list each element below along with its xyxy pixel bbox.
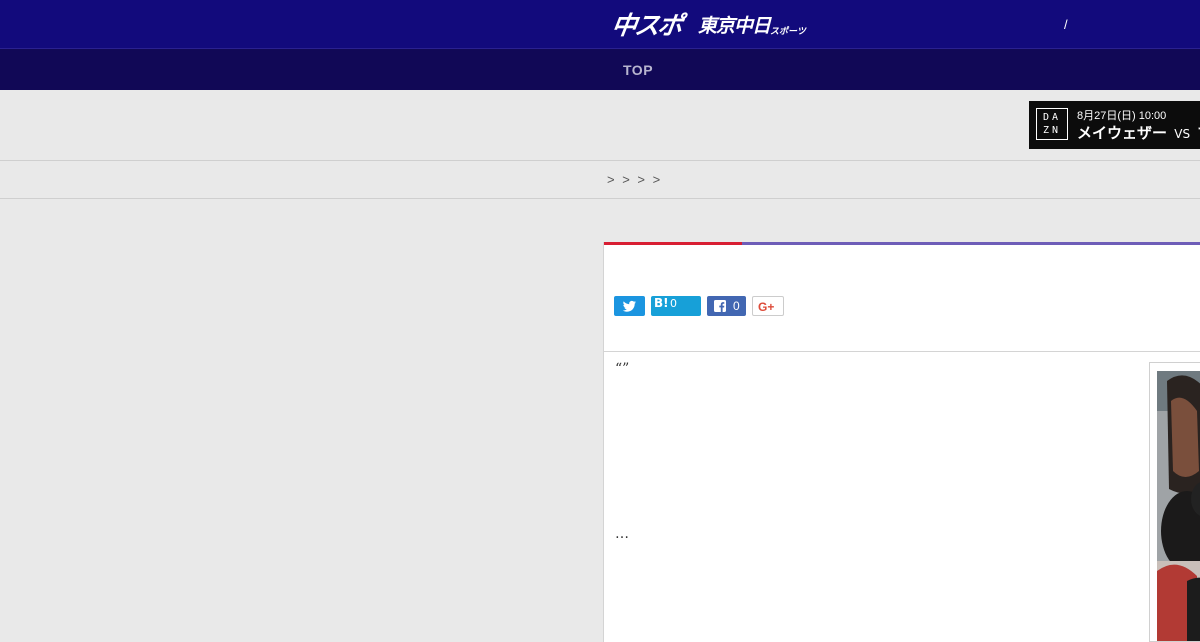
article-photo-frame[interactable] xyxy=(1149,362,1200,642)
banner-zone: DAZN 8月27日(日) 10:00 メイウェザー VS マ xyxy=(0,90,1200,161)
facebook-count: 0 xyxy=(733,299,740,313)
ad-date: 8月27日(日) 10:00 xyxy=(1077,110,1167,122)
hatena-bookmark-button[interactable]: B! 0 xyxy=(651,296,701,316)
facebook-share-button[interactable]: 0 xyxy=(707,296,746,316)
article-lead-quote: “” xyxy=(615,361,630,377)
hatena-label: B! xyxy=(654,296,669,310)
boxer-photo xyxy=(1157,371,1200,641)
article-top-accent xyxy=(604,242,742,245)
twitter-share-button[interactable] xyxy=(614,296,645,316)
twitter-icon xyxy=(622,300,636,312)
dazn-logo: DA ZN xyxy=(1036,108,1068,140)
google-plus-icon: G+ xyxy=(758,300,775,314)
hatena-count: 0 xyxy=(670,297,677,310)
site-header: 中スポ 東京中日 スポーツ / xyxy=(0,0,1200,48)
global-nav: TOP xyxy=(0,48,1200,90)
nav-item-top[interactable]: TOP xyxy=(623,62,653,78)
article: B! 0 0 G+ “” … xyxy=(603,242,1200,642)
breadcrumb[interactable]: > > > > xyxy=(607,172,660,187)
google-plus-share-button[interactable]: G+ xyxy=(752,296,784,316)
breadcrumb-bar: > > > > xyxy=(0,161,1200,199)
dazn-ad-banner[interactable]: DAZN 8月27日(日) 10:00 メイウェザー VS マ xyxy=(1029,101,1200,149)
site-logo[interactable]: 中スポ xyxy=(609,6,683,42)
ad-vs: VS xyxy=(1174,127,1191,141)
header-separator: / xyxy=(1064,17,1068,32)
article-divider xyxy=(604,351,1200,352)
ad-match: メイウェザー VS マ xyxy=(1077,122,1200,143)
site-logo-sub-small: スポーツ xyxy=(770,27,806,37)
site-logo-sub[interactable]: 東京中日 xyxy=(698,11,771,38)
facebook-icon xyxy=(714,300,726,312)
article-ellipsis: … xyxy=(615,526,629,542)
ad-match-left: メイウェザー xyxy=(1077,124,1168,142)
